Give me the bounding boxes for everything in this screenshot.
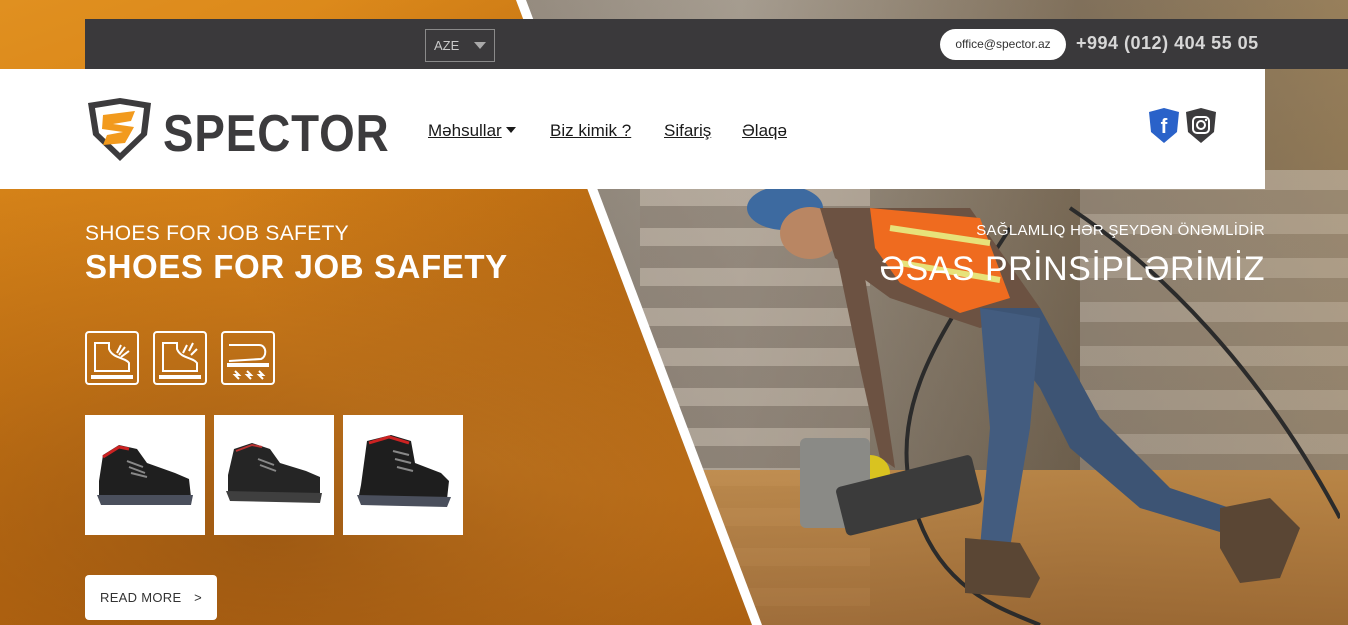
nav-item-order[interactable]: Sifariş xyxy=(664,121,711,141)
brand-name[interactable]: SPECTOR xyxy=(163,104,390,164)
language-select-value: AZE xyxy=(434,38,460,53)
hero-subtitle: SHOES FOR JOB SAFETY xyxy=(85,222,349,245)
safety-boot-icon xyxy=(357,435,451,507)
caret-down-icon xyxy=(505,127,516,133)
language-select[interactable]: AZE xyxy=(425,29,495,62)
nav-item-products-label: Məhsullar xyxy=(428,121,502,140)
nav-item-about[interactable]: Biz kimik ? xyxy=(550,121,631,141)
toe-protection-icon xyxy=(85,331,139,385)
sole-protection-icon xyxy=(153,331,207,385)
product-card[interactable] xyxy=(85,415,205,535)
phone-number[interactable]: +994 (012) 404 55 05 xyxy=(1076,33,1259,54)
chevron-right-icon: > xyxy=(194,590,202,605)
safety-shoe-icon xyxy=(97,445,193,505)
svg-text:f: f xyxy=(1161,116,1168,138)
safety-shoe-icon xyxy=(226,443,322,503)
nav-item-contact[interactable]: Əlaqə xyxy=(742,121,787,141)
chevron-down-icon xyxy=(474,42,486,49)
read-more-button[interactable]: READ MORE > xyxy=(85,575,217,620)
hero-right-subtitle: SAĞLAMLIQ HƏR ŞEYDƏN ÖNƏMLİDİR xyxy=(976,222,1265,239)
facebook-icon[interactable]: f xyxy=(1147,108,1181,144)
electrical-hazard-icon xyxy=(221,331,275,385)
email-link[interactable]: office@spector.az xyxy=(940,29,1066,60)
instagram-icon[interactable] xyxy=(1184,108,1218,144)
nav-item-products[interactable]: Məhsullar xyxy=(428,121,516,141)
product-card[interactable] xyxy=(343,415,463,535)
hero-title: SHOES FOR JOB SAFETY xyxy=(85,248,508,285)
hero-right-title: ƏSAS PRİNSİPLƏRİMİZ xyxy=(879,250,1265,288)
product-card[interactable] xyxy=(214,415,334,535)
read-more-label: READ MORE xyxy=(100,590,182,605)
